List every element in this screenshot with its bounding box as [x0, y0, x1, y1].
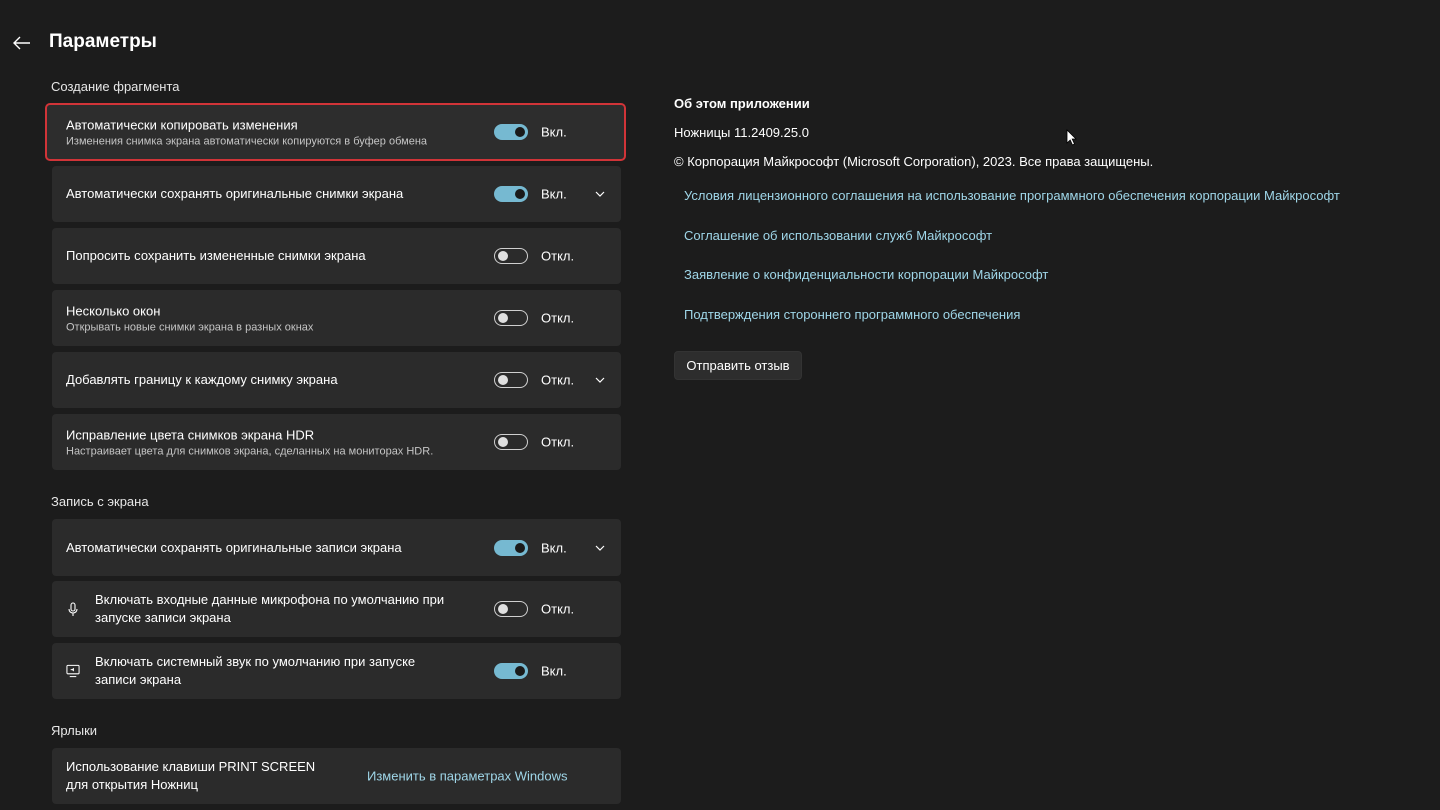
system-audio-icon: [66, 663, 80, 679]
toggle-knob: [498, 251, 508, 261]
toggle-knob: [515, 127, 525, 137]
toggle-state-label: Откл.: [541, 372, 575, 388]
setting-add-border[interactable]: Добавлять границу к каждому снимку экран…: [52, 352, 621, 408]
section-title-recording: Запись с экрана: [51, 494, 149, 509]
setting-title: Исправление цвета снимков экрана HDR: [66, 427, 315, 443]
setting-system-audio: Включать системный звук по умолчанию при…: [52, 643, 621, 699]
chevron-down-icon[interactable]: [593, 541, 607, 555]
toggle-knob: [498, 437, 508, 447]
privacy-statement-link[interactable]: Заявление о конфиденциальности корпораци…: [684, 267, 1048, 282]
setting-title: Использование клавиши PRINT SCREEN для о…: [66, 759, 316, 792]
ask-save-toggle[interactable]: [494, 248, 528, 264]
setting-print-screen: Использование клавиши PRINT SCREEN для о…: [52, 748, 621, 804]
back-arrow-icon: [13, 36, 30, 50]
microphone-toggle[interactable]: [494, 601, 528, 617]
multiple-windows-toggle[interactable]: [494, 310, 528, 326]
add-border-toggle[interactable]: [494, 372, 528, 388]
microphone-icon: [66, 601, 80, 617]
chevron-down-icon[interactable]: [593, 373, 607, 387]
setting-title: Несколько окон: [66, 303, 161, 319]
section-title-shortcuts: Ярлыки: [51, 723, 98, 738]
setting-microphone-input: Включать входные данные микрофона по умо…: [52, 581, 621, 637]
page-title: Параметры: [49, 31, 157, 52]
toggle-state-label: Вкл.: [541, 540, 567, 555]
hdr-color-toggle[interactable]: [494, 434, 528, 450]
setting-multiple-windows: Несколько окон Открывать новые снимки эк…: [52, 290, 621, 346]
setting-title: Добавлять границу к каждому снимку экран…: [66, 372, 338, 387]
toggle-knob: [515, 189, 525, 199]
auto-copy-toggle[interactable]: [494, 124, 528, 140]
setting-save-originals[interactable]: Автоматически сохранять оригинальные сни…: [52, 166, 621, 222]
setting-ask-save-edited: Попросить сохранить измененные снимки эк…: [52, 228, 621, 284]
change-in-windows-settings-link[interactable]: Изменить в параметрах Windows: [367, 769, 568, 784]
save-recordings-toggle[interactable]: [494, 539, 528, 556]
toggle-state-label: Откл.: [541, 601, 575, 617]
setting-hdr-color: Исправление цвета снимков экрана HDR Нас…: [52, 414, 621, 470]
system-audio-toggle[interactable]: [494, 663, 528, 679]
setting-title: Автоматически копировать изменения: [66, 117, 298, 133]
setting-title: Автоматически сохранять оригинальные зап…: [66, 539, 402, 555]
copyright-text: © Корпорация Майкрософт (Microsoft Corpo…: [674, 154, 1154, 169]
toggle-state-label: Откл.: [541, 434, 575, 450]
toggle-knob: [498, 375, 508, 385]
back-button[interactable]: [10, 32, 34, 54]
setting-subtitle: Настраивает цвета для снимков экрана, сд…: [66, 445, 434, 458]
toggle-state-label: Откл.: [541, 248, 575, 264]
third-party-notices-link[interactable]: Подтверждения стороннего программного об…: [684, 307, 1020, 322]
toggle-state-label: Вкл.: [541, 186, 567, 202]
chevron-down-icon[interactable]: [593, 187, 607, 201]
setting-subtitle: Открывать новые снимки экрана в разных о…: [66, 321, 314, 334]
save-originals-toggle[interactable]: [494, 186, 528, 202]
send-feedback-button[interactable]: Отправить отзыв: [674, 351, 802, 380]
app-version: Ножницы 11.2409.25.0: [674, 125, 809, 140]
setting-subtitle: Изменения снимка экрана автоматически ко…: [66, 135, 428, 148]
setting-title: Попросить сохранить измененные снимки эк…: [66, 248, 366, 263]
toggle-knob: [498, 604, 508, 614]
section-title-snip: Создание фрагмента: [51, 79, 180, 94]
setting-title: Включать системный звук по умолчанию при…: [95, 654, 416, 687]
toggle-knob: [498, 313, 508, 323]
toggle-knob: [515, 542, 525, 553]
setting-title: Включать входные данные микрофона по умо…: [95, 592, 445, 625]
toggle-state-label: Вкл.: [541, 663, 567, 679]
about-title: Об этом приложении: [674, 96, 810, 111]
license-terms-link[interactable]: Условия лицензионного соглашения на испо…: [684, 188, 1340, 203]
services-agreement-link[interactable]: Соглашение об использовании служб Майкро…: [684, 228, 992, 243]
toggle-knob: [515, 666, 525, 676]
setting-title: Автоматически сохранять оригинальные сни…: [66, 186, 404, 201]
toggle-state-label: Вкл.: [541, 124, 567, 140]
setting-auto-copy: Автоматически копировать изменения Измен…: [45, 103, 626, 161]
setting-save-original-recordings[interactable]: Автоматически сохранять оригинальные зап…: [52, 519, 621, 576]
toggle-state-label: Откл.: [541, 310, 575, 326]
mouse-cursor-icon: [1066, 129, 1077, 146]
